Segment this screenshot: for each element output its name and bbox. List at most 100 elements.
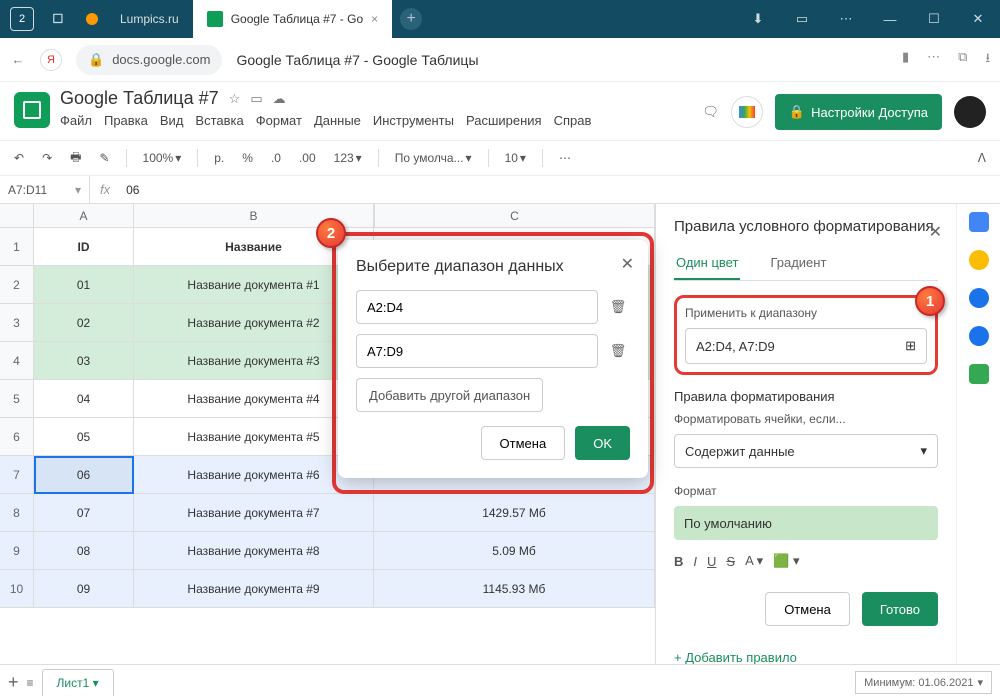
cell[interactable]: 01 xyxy=(34,266,134,304)
new-tab-button[interactable]: + xyxy=(400,8,422,30)
panel-close-icon[interactable]: ✕ xyxy=(929,222,942,242)
redo-icon[interactable]: ↷ xyxy=(36,147,58,169)
cell[interactable]: 07 xyxy=(34,494,134,532)
print-icon[interactable]: 🖶 xyxy=(64,144,87,173)
cell[interactable]: 5.09 Мб xyxy=(374,532,655,570)
cell[interactable]: 03 xyxy=(34,342,134,380)
menu-file[interactable]: Файл xyxy=(60,113,92,128)
panel-cancel-button[interactable]: Отмена xyxy=(765,592,850,626)
cell[interactable]: Название документа #8 xyxy=(134,532,374,570)
history-icon[interactable]: 🗨 xyxy=(702,104,719,120)
menu-insert[interactable]: Вставка xyxy=(195,113,243,128)
row-header[interactable]: 1 xyxy=(0,228,34,266)
dialog-cancel-button[interactable]: Отмена xyxy=(481,426,566,460)
name-box[interactable]: A7:D11▾ xyxy=(0,176,90,203)
paint-icon[interactable]: ✎ xyxy=(93,147,115,169)
row-header[interactable]: 9 xyxy=(0,532,34,570)
cell[interactable]: 06 xyxy=(34,456,134,494)
dec-decrease-button[interactable]: .0 xyxy=(265,147,287,169)
maximize-icon[interactable]: ☐ xyxy=(912,0,956,38)
tab-close-icon[interactable]: × xyxy=(371,12,378,26)
downloads-icon[interactable]: ⬇ xyxy=(736,0,780,38)
menu-data[interactable]: Данные xyxy=(314,113,361,128)
tab-single-color[interactable]: Один цвет xyxy=(674,247,740,280)
row-header[interactable]: 8 xyxy=(0,494,34,532)
font-size-dropdown[interactable]: 10 ▾ xyxy=(499,147,532,169)
row-header[interactable]: 2 xyxy=(0,266,34,304)
row-header[interactable]: 4 xyxy=(0,342,34,380)
add-range-button[interactable]: Добавить другой диапазон xyxy=(356,378,543,412)
menu-edit[interactable]: Правка xyxy=(104,113,148,128)
row-header[interactable]: 7 xyxy=(0,456,34,494)
grid-select-icon[interactable]: ⊞ xyxy=(905,338,916,354)
cloud-icon[interactable]: ☁ xyxy=(273,91,286,107)
menu-extensions[interactable]: Расширения xyxy=(466,113,542,128)
undo-icon[interactable]: ↶ xyxy=(8,147,30,169)
cell[interactable]: ID xyxy=(34,228,134,266)
maps-icon[interactable] xyxy=(969,364,989,384)
percent-button[interactable]: % xyxy=(236,147,259,169)
zoom-dropdown[interactable]: 100% ▾ xyxy=(137,147,188,169)
rule-condition-dropdown[interactable]: Содержит данные▾ xyxy=(674,434,938,468)
menu-view[interactable]: Вид xyxy=(160,113,184,128)
fill-color-icon[interactable]: 🟩 ▾ xyxy=(773,553,799,569)
range-input-1[interactable] xyxy=(356,290,598,324)
text-color-icon[interactable]: A ▾ xyxy=(745,553,763,569)
menu-format[interactable]: Формат xyxy=(256,113,302,128)
account-icon[interactable]: ▭ xyxy=(780,0,824,38)
back-icon[interactable]: ← xyxy=(10,52,26,68)
tasks-icon[interactable] xyxy=(969,288,989,308)
add-rule-button[interactable]: + Добавить правило xyxy=(674,640,938,664)
row-header[interactable]: 6 xyxy=(0,418,34,456)
cell[interactable]: 05 xyxy=(34,418,134,456)
number-format-dropdown[interactable]: 123 ▾ xyxy=(328,147,368,169)
home-icon[interactable]: 2 xyxy=(10,7,34,31)
cell[interactable]: 1429.57 Мб xyxy=(374,494,655,532)
contacts-icon[interactable] xyxy=(969,326,989,346)
menu-help[interactable]: Справ xyxy=(554,113,592,128)
sheets-logo-icon[interactable] xyxy=(14,92,50,128)
dec-increase-button[interactable]: .00 xyxy=(293,147,322,169)
underline-icon[interactable]: U xyxy=(707,554,716,569)
col-header[interactable]: A xyxy=(34,204,134,228)
dialog-close-icon[interactable]: ✕ xyxy=(621,254,634,274)
delete-range-icon[interactable]: 🗑 xyxy=(606,299,630,315)
tab-gradient[interactable]: Градиент xyxy=(768,247,828,280)
currency-button[interactable]: р. xyxy=(208,147,230,169)
row-header[interactable]: 5 xyxy=(0,380,34,418)
col-header[interactable]: C xyxy=(374,204,655,228)
cell[interactable]: 1145.93 Мб xyxy=(374,570,655,608)
minimize-icon[interactable]: — xyxy=(868,0,912,38)
formula-input[interactable]: 06 xyxy=(120,183,145,197)
row-header[interactable]: 3 xyxy=(0,304,34,342)
footer-filter[interactable]: Минимум: 01.06.2021 ▾ xyxy=(855,671,992,694)
close-window-icon[interactable]: ✕ xyxy=(956,0,1000,38)
range-input-2[interactable] xyxy=(356,334,598,368)
download-icon[interactable]: ⭳ xyxy=(985,49,990,71)
cell[interactable]: 02 xyxy=(34,304,134,342)
extensions-icon[interactable]: ⧉ xyxy=(958,49,967,71)
share-button[interactable]: 🔒Настройки Доступа xyxy=(775,94,942,130)
bold-icon[interactable]: B xyxy=(674,554,683,569)
menu-icon[interactable]: ⋯ xyxy=(824,0,868,38)
italic-icon[interactable]: I xyxy=(693,554,697,569)
all-sheets-icon[interactable]: ≡ xyxy=(27,676,34,690)
browser-tab-lumpics[interactable]: Lumpics.ru xyxy=(106,0,193,38)
menu-tools[interactable]: Инструменты xyxy=(373,113,454,128)
cell[interactable]: 09 xyxy=(34,570,134,608)
bookmark-icon[interactable]: ▮ xyxy=(902,49,909,71)
meet-icon[interactable] xyxy=(731,96,763,128)
cell[interactable]: Название документа #9 xyxy=(134,570,374,608)
sidebar-icon[interactable] xyxy=(43,3,75,35)
range-input[interactable]: A2:D4, A7:D9 ⊞ xyxy=(685,328,927,364)
keep-icon[interactable] xyxy=(969,250,989,270)
sheet-tab[interactable]: Лист1 ▾ xyxy=(42,669,114,696)
yandex-icon[interactable]: Я xyxy=(40,49,62,71)
dialog-ok-button[interactable]: OK xyxy=(575,426,630,460)
more-icon[interactable]: ⋯ xyxy=(927,49,940,71)
browser-tab-sheets[interactable]: Google Таблица #7 - Go × xyxy=(193,0,392,38)
folder-icon[interactable]: ▭ xyxy=(250,91,262,107)
strike-icon[interactable]: S xyxy=(726,554,735,569)
calendar-icon[interactable] xyxy=(969,212,989,232)
format-preview[interactable]: По умолчанию xyxy=(674,506,938,540)
